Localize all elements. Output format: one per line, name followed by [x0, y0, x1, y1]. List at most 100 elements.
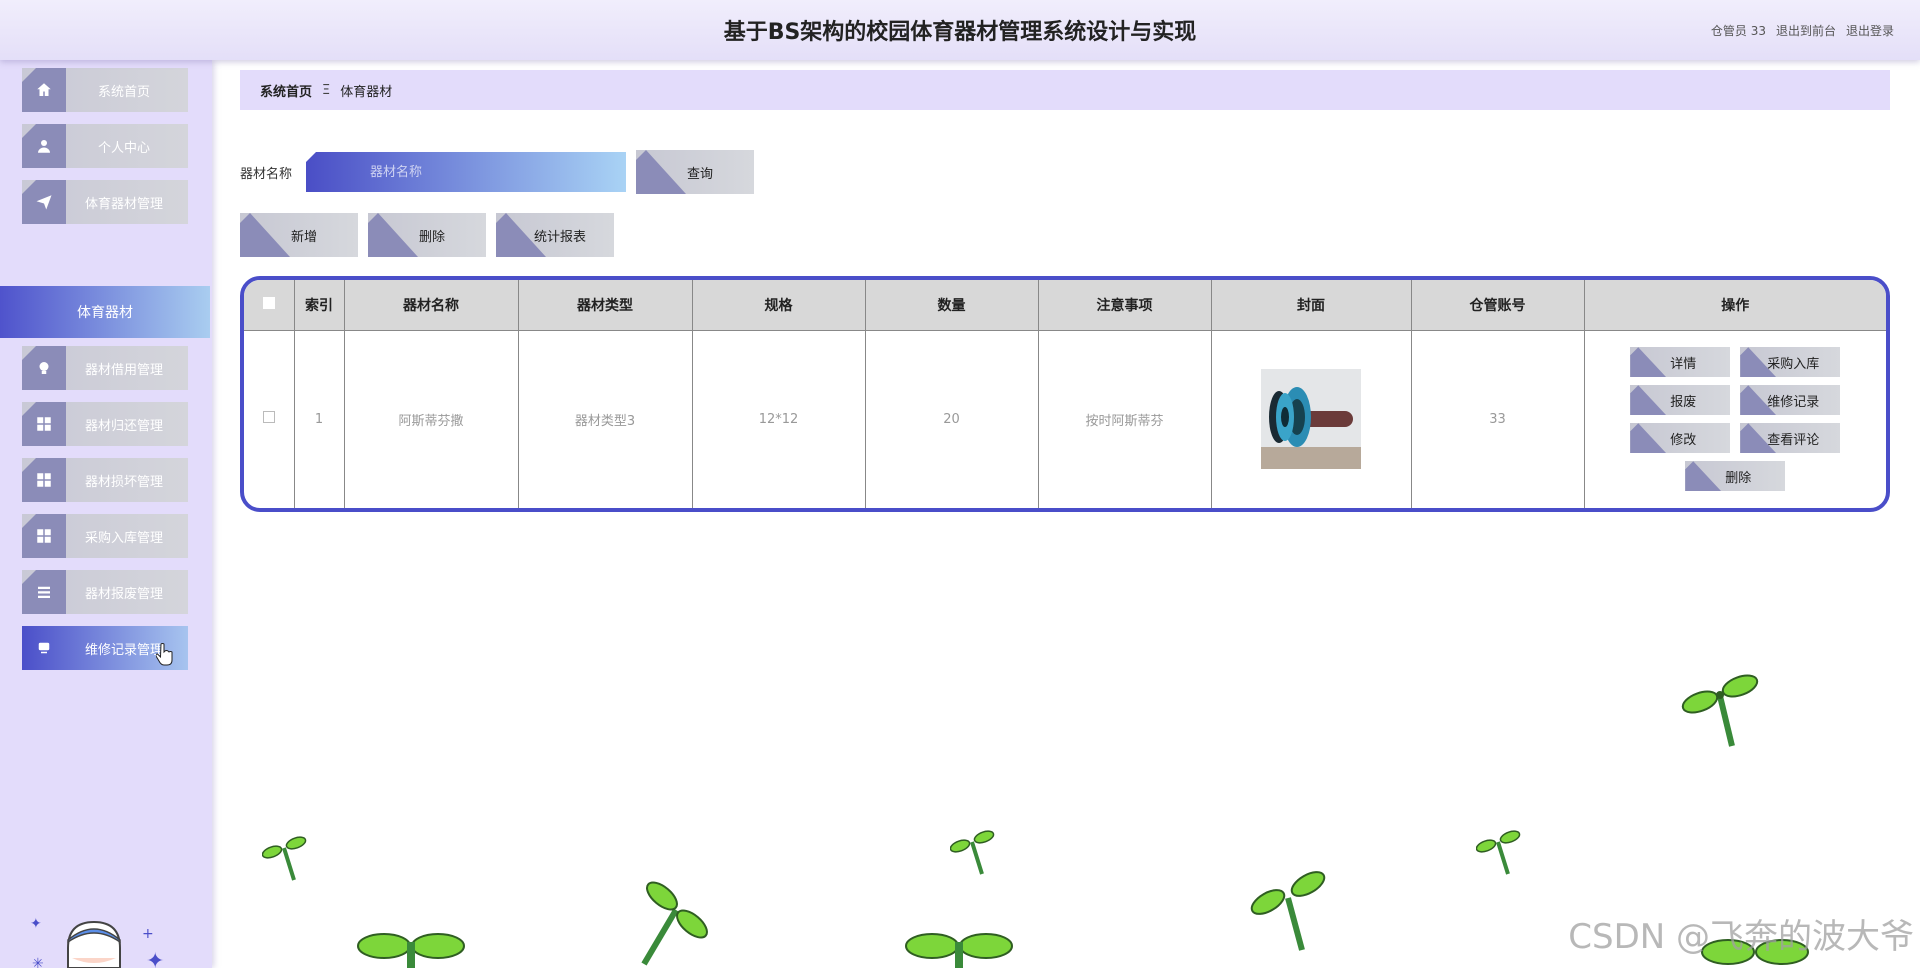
sidebar-item-return[interactable]: 器材归还管理	[22, 402, 188, 446]
sidebar-item-label: 个人中心	[97, 140, 150, 156]
select-all-checkbox[interactable]	[262, 296, 275, 309]
sidebar-item-label: 器材归还管理	[84, 418, 163, 434]
breadcrumb-separator: Ξ	[322, 82, 331, 98]
app-header: 基于BS架构的校园体育器材管理系统设计与实现 仓管员 33 退出到前台 退出登录	[0, 0, 1920, 60]
svg-text:+: +	[142, 926, 154, 942]
column-header: 封面	[1211, 280, 1412, 331]
row-checkbox[interactable]	[262, 411, 275, 424]
svg-text:✦: ✦	[146, 949, 164, 968]
column-header: 数量	[865, 280, 1039, 331]
purchase-in-button[interactable]: 采购入库	[1740, 347, 1841, 378]
sidebar-item-label: 器材报废管理	[84, 586, 163, 602]
scrap-button-label: 报废	[1670, 394, 1697, 410]
row-delete-button[interactable]: 删除	[1685, 461, 1786, 492]
sidebar-item-label: 系统首页	[97, 84, 150, 100]
cell-operations: 详情 采购入库 报废 维修记录 修改 查看评论 删除	[1584, 330, 1886, 508]
propeller-icon	[905, 933, 1013, 968]
grid-icon	[22, 402, 66, 446]
propeller-icon	[1681, 674, 1759, 747]
ab-roller-image	[1261, 369, 1361, 470]
equipment-table: 索引 器材名称 器材类型 规格 数量 注意事项 封面 仓管账号 操作 1 阿斯蒂…	[240, 276, 1890, 512]
page-title: 基于BS架构的校园体育器材管理系统设计与实现	[723, 20, 1197, 45]
row-delete-button-label: 删除	[1725, 470, 1752, 486]
sidebar-item-scrap[interactable]: 器材报废管理	[22, 570, 188, 614]
view-comments-button-label: 查看评论	[1767, 432, 1820, 448]
detail-button[interactable]: 详情	[1630, 347, 1731, 378]
edit-button[interactable]: 修改	[1630, 423, 1731, 454]
cell-type: 器材类型3	[518, 330, 693, 508]
row-select-cell	[244, 330, 295, 508]
cell-qty: 20	[865, 330, 1039, 508]
sidebar-item-purchase[interactable]: 采购入库管理	[22, 514, 188, 558]
sidebar: 系统首页 个人中心 体育器材管理 体育器材 器材借用管理 器材归还管理 器材损坏…	[0, 60, 212, 968]
sidebar-item-label: 体育器材管理	[84, 196, 163, 212]
cell-spec: 12*12	[692, 330, 866, 508]
column-header: 操作	[1584, 280, 1886, 331]
delete-button-label: 删除	[418, 229, 445, 245]
propeller-icon	[262, 836, 307, 881]
query-button[interactable]: 查询	[636, 150, 754, 194]
select-all-cell	[244, 280, 295, 331]
breadcrumb: 系统首页 Ξ 体育器材	[240, 70, 1890, 110]
delete-button[interactable]: 删除	[368, 213, 486, 257]
submenu-equipment[interactable]: 体育器材	[0, 286, 210, 338]
repair-record-button-label: 维修记录	[1767, 394, 1820, 410]
sidebar-item-profile[interactable]: 个人中心	[22, 124, 188, 168]
svg-text:✳: ✳	[32, 956, 44, 968]
column-header: 规格	[692, 280, 866, 331]
cell-note: 按时阿斯蒂芬	[1038, 330, 1212, 508]
user-icon	[22, 124, 66, 168]
button-corner	[1685, 461, 1722, 492]
monitor-icon	[22, 626, 66, 670]
cell-cover	[1211, 330, 1412, 508]
sidebar-item-home[interactable]: 系统首页	[22, 68, 188, 112]
scrap-button[interactable]: 报废	[1630, 385, 1731, 416]
button-corner	[1630, 347, 1667, 378]
button-corner	[1630, 423, 1667, 454]
view-comments-button[interactable]: 查看评论	[1740, 423, 1841, 454]
detail-button-label: 详情	[1670, 356, 1697, 372]
grid-icon	[22, 514, 66, 558]
sidebar-item-label: 器材损坏管理	[84, 474, 163, 490]
grid-icon	[22, 458, 66, 502]
sidebar-item-label: 器材借用管理	[84, 362, 163, 378]
column-header: 器材类型	[518, 280, 693, 331]
edit-button-label: 修改	[1670, 432, 1697, 448]
home-icon	[22, 68, 66, 112]
repair-record-button[interactable]: 维修记录	[1740, 385, 1841, 416]
purchase-in-button-label: 采购入库	[1767, 356, 1820, 372]
breadcrumb-current: 体育器材	[340, 84, 393, 100]
sidebar-item-damage[interactable]: 器材损坏管理	[22, 458, 188, 502]
column-header: 索引	[294, 280, 345, 331]
exit-to-front-link[interactable]: 退出到前台	[1776, 22, 1836, 39]
column-header: 器材名称	[344, 280, 519, 331]
sidebar-item-equipment[interactable]: 体育器材管理	[22, 180, 188, 224]
send-icon	[22, 180, 66, 224]
report-button-label: 统计报表	[533, 229, 586, 245]
propeller-icon	[641, 881, 708, 966]
search-label: 器材名称	[240, 167, 293, 182]
add-button-label: 新增	[290, 229, 317, 245]
sidebar-item-borrow[interactable]: 器材借用管理	[22, 346, 188, 390]
cell-index: 1	[294, 330, 345, 508]
cover-image[interactable]	[1261, 369, 1361, 470]
propeller-icon	[357, 933, 465, 968]
svg-text:✦: ✦	[30, 916, 42, 932]
search-input[interactable]	[306, 152, 626, 192]
breadcrumb-home[interactable]: 系统首页	[260, 81, 312, 100]
propeller-icon	[1476, 830, 1521, 875]
logout-link[interactable]: 退出登录	[1846, 22, 1894, 39]
button-corner	[1630, 385, 1667, 416]
user-role: 仓管员 33	[1710, 24, 1766, 38]
propeller-icon	[1250, 871, 1326, 951]
cell-account: 33	[1411, 330, 1585, 508]
table-header-row: 索引 器材名称 器材类型 规格 数量 注意事项 封面 仓管账号 操作	[244, 280, 1886, 331]
watermark: CSDN @飞奔的波大爷	[1568, 917, 1914, 957]
bulb-icon	[22, 346, 66, 390]
query-button-label: 查询	[686, 166, 713, 182]
report-button[interactable]: 统计报表	[496, 213, 614, 257]
add-button[interactable]: 新增	[240, 213, 358, 257]
sidebar-item-label: 采购入库管理	[84, 530, 163, 546]
table-row: 1 阿斯蒂芬撒 器材类型3 12*12 20 按时阿斯蒂芬 33 详情 采购入库…	[244, 330, 1886, 508]
user-area: 仓管员 33 退出到前台 退出登录	[1711, 22, 1894, 39]
